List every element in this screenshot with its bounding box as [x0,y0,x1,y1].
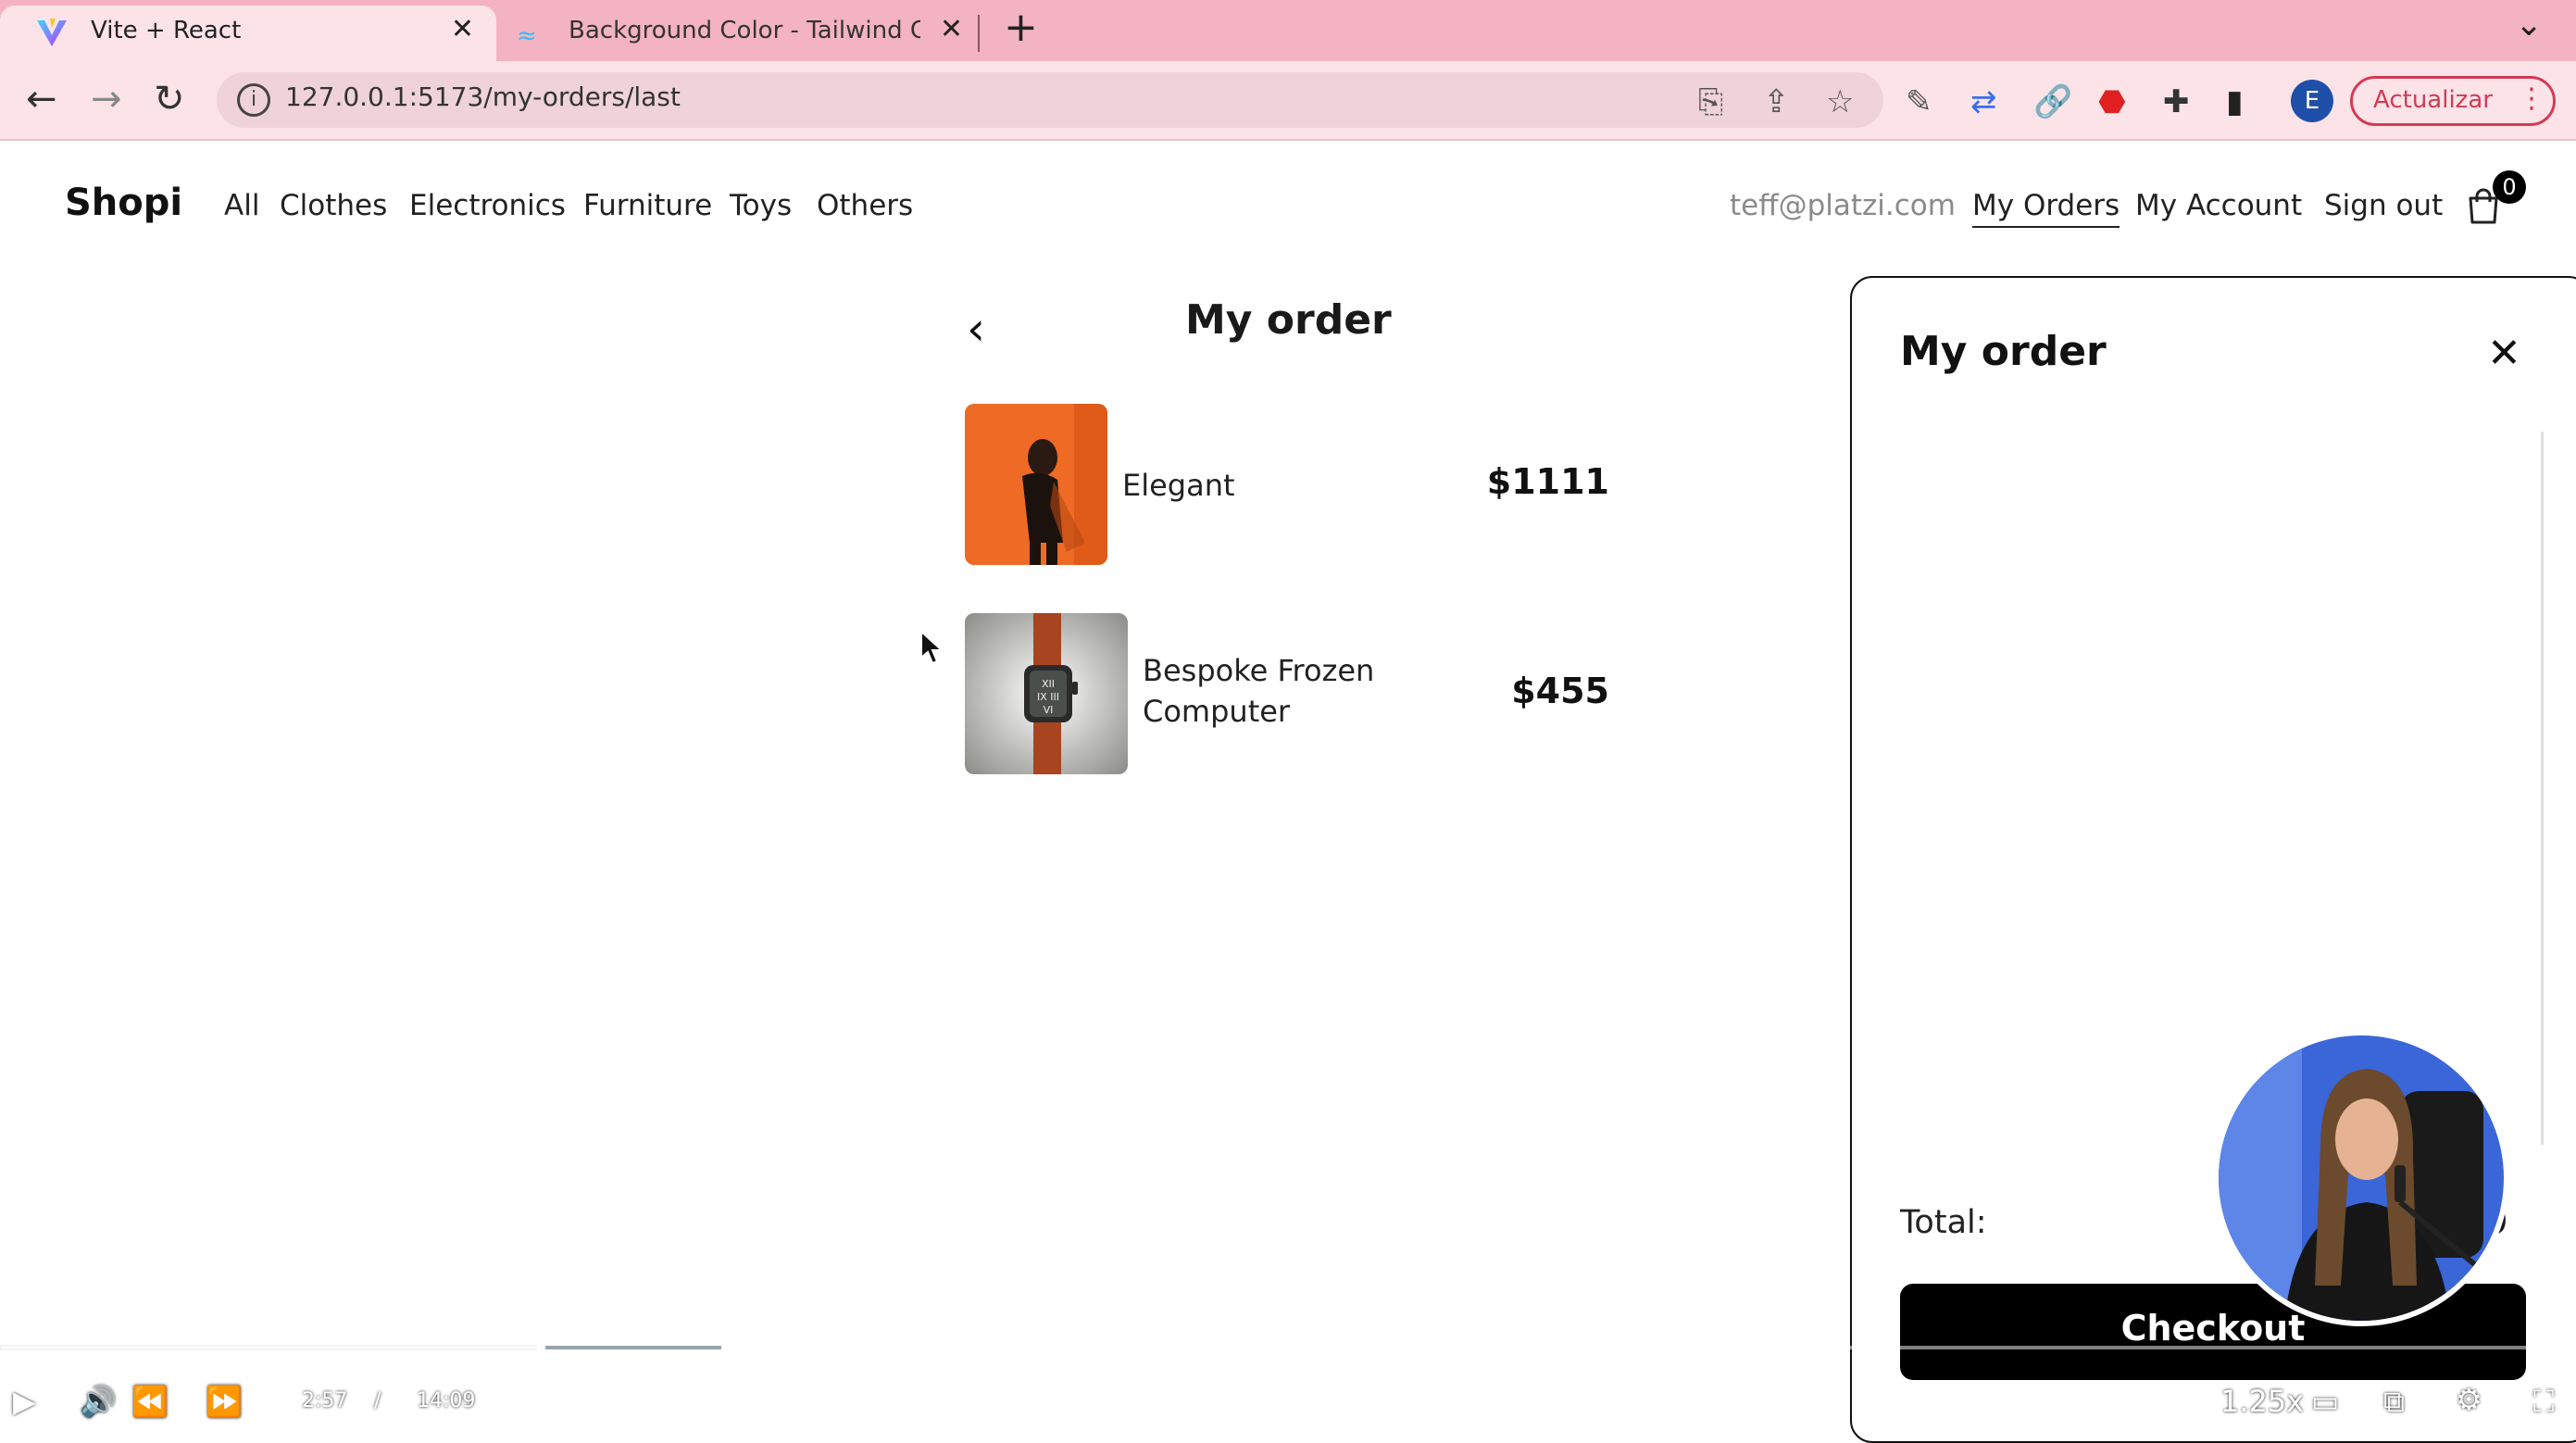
reload-icon[interactable]: ↻ [154,78,185,120]
close-tab-icon[interactable]: ✕ [940,13,963,45]
eyedropper-extension-icon[interactable]: ✎ [1906,83,1932,120]
rewind-icon[interactable]: ⏪ [131,1384,169,1419]
tab-title: Vite + React [91,17,242,44]
share-icon[interactable]: ⇪ [1763,83,1790,120]
forward-arrow-icon[interactable]: → [91,78,122,120]
nav-category-all[interactable]: All [224,189,259,222]
translate-extension-icon[interactable]: ⇄ [1970,83,1997,120]
tab-search-chevron-icon[interactable]: ⌄ [2515,6,2543,44]
profile-avatar[interactable]: E [2291,80,2333,122]
product-name: Bespoke Frozen Computer [1143,653,1375,729]
extensions-puzzle-icon[interactable]: ✚ [2163,83,2190,120]
nav-category-toys[interactable]: Toys [730,189,792,222]
product-price: $455 [1511,671,1609,711]
nav-category-furniture[interactable]: Furniture [583,189,712,222]
tab-separator [978,15,980,52]
subtitles-icon[interactable]: ▭ [2311,1384,2339,1419]
browser-menu-icon[interactable]: ⋮ [2518,82,2545,115]
playback-speed[interactable]: 1.25x [2220,1384,2304,1419]
total-label: Total: [1900,1204,1987,1241]
volume-icon[interactable]: 🔊 [80,1384,117,1419]
nav-category-others[interactable]: Others [817,189,913,222]
page-title: My order [1185,296,1392,344]
link-extension-icon[interactable]: 🔗 [2033,83,2072,120]
video-control-bar [0,1367,2576,1426]
nav-my-orders[interactable]: My Orders [1972,189,2120,228]
current-time: 2:57 [302,1389,348,1412]
user-email: teff@platzi.com [1730,189,1956,222]
fast-forward-icon[interactable]: ⏩ [206,1384,243,1419]
browser-tab-strip: Vite + React ✕ ≈ Background Color - Tail… [0,0,2576,61]
video-progress-bar[interactable] [0,1343,2576,1352]
update-browser-button[interactable]: Actualizar ⋮ [2350,76,2556,126]
order-item: XII IX III VI Bespoke Frozen Computer $4… [965,613,1609,776]
order-item: Elegant $1111 [965,404,1609,567]
back-arrow-icon[interactable]: ← [26,78,57,120]
product-name: Elegant [1122,468,1235,503]
nav-sign-out[interactable]: Sign out [2324,189,2443,222]
panel-title: My order [1900,328,2107,375]
time-separator: / [374,1389,381,1412]
cart-count-badge: 0 [2493,170,2526,204]
close-icon[interactable]: ✕ [2487,330,2521,377]
product-image [965,404,1107,565]
side-panel-icon[interactable]: ▮ [2226,83,2244,120]
picture-in-picture-icon[interactable]: ⧉ [2383,1384,2405,1420]
product-image: XII IX III VI [965,613,1128,774]
svg-text:XII: XII [1042,678,1055,690]
nav-my-account[interactable]: My Account [2135,189,2302,222]
nav-category-clothes[interactable]: Clothes [280,189,387,222]
update-button-label: Actualizar [2373,86,2493,114]
presenter-webcam [2213,1030,2509,1326]
mouse-cursor-icon [920,630,944,665]
browser-tab-vite-react[interactable]: Vite + React ✕ [0,6,496,61]
nav-category-electronics[interactable]: Electronics [409,189,566,222]
settings-gear-icon[interactable]: ⚙ [2456,1382,2482,1417]
play-icon[interactable]: ▶ [13,1384,36,1419]
svg-text:IX III: IX III [1037,691,1059,703]
video-duration: 14:09 [417,1389,476,1412]
browser-tab-tailwind[interactable]: ≈ Background Color - Tailwind CSS ✕ [500,6,978,61]
panel-scrollbar[interactable] [2541,432,2544,1145]
close-tab-icon[interactable]: ✕ [451,13,474,45]
chevron-left-icon[interactable]: ‹ [967,302,985,356]
fullscreen-icon[interactable]: ⛶ [2533,1384,2554,1420]
tab-title: Background Color - Tailwind CSS [569,17,920,44]
brand-logo[interactable]: Shopi [65,182,182,224]
url-text[interactable]: 127.0.0.1:5173/my-orders/last [285,82,681,112]
svg-text:VI: VI [1044,704,1054,716]
bookmark-star-icon[interactable]: ☆ [1826,83,1854,120]
adblock-extension-icon[interactable]: ⬣ [2098,83,2126,120]
vite-icon [37,19,67,46]
translate-icon[interactable]: ⎘ [1698,83,1723,120]
site-info-icon[interactable]: i [237,83,270,117]
tailwind-icon: ≈ [517,22,537,50]
new-tab-icon[interactable]: + [1004,4,1038,51]
product-price: $1111 [1486,461,1609,502]
